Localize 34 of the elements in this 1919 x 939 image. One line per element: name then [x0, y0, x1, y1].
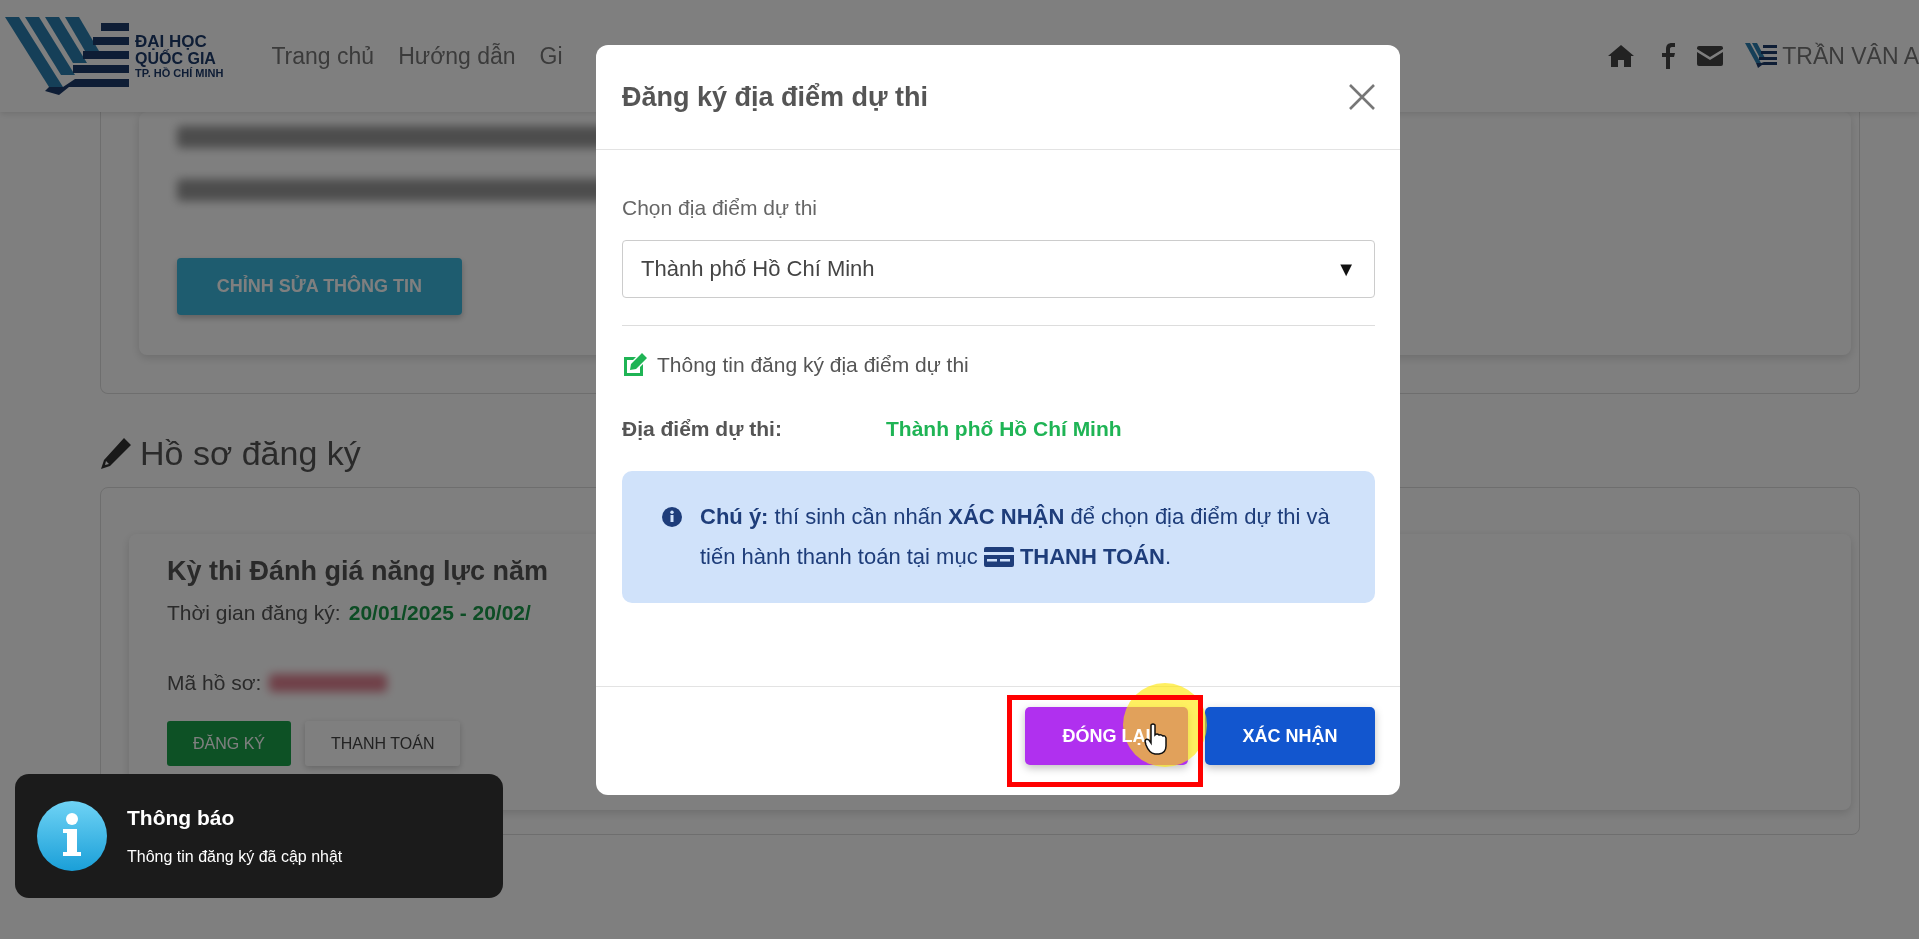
select-label: Chọn địa điểm dự thi	[622, 196, 817, 220]
modal-title: Đăng ký địa điểm dự thi	[622, 81, 929, 113]
toast-title: Thông báo	[127, 806, 235, 830]
confirm-button[interactable]: XÁC NHẬN	[1205, 707, 1375, 765]
period-value: 20/01/2025 - 20/02/	[348, 601, 531, 625]
payment-button[interactable]: THANH TOÁN	[305, 721, 461, 766]
info-icon	[662, 507, 682, 527]
period-label: Thời gian đăng ký:	[167, 601, 341, 625]
section-title: Thông tin đăng ký địa điểm dự thi	[657, 352, 969, 377]
register-button[interactable]: ĐĂNG KÝ	[167, 721, 291, 766]
home-icon	[1607, 43, 1636, 69]
exam-title: Kỳ thi Đánh giá năng lực năm	[167, 556, 549, 587]
nav-link[interactable]: Hướng dẫn	[398, 42, 516, 70]
edit-icon	[622, 352, 647, 377]
code-label: Mã hồ sơ:	[167, 671, 262, 695]
field-value: Thành phố Hồ Chí Minh	[886, 417, 1122, 441]
logo-stripes-icon	[1745, 43, 1779, 69]
pencil-icon	[100, 437, 132, 470]
field-label: Địa điểm dự thi:	[622, 417, 783, 441]
section-heading: Hồ sơ đăng ký	[140, 434, 361, 473]
edit-info-button[interactable]: CHỈNH SỬA THÔNG TIN	[177, 258, 462, 315]
close-icon	[1348, 83, 1376, 111]
nav-link[interactable]: Gi	[539, 42, 563, 70]
user-name[interactable]: TRẦN VÂN A	[1782, 42, 1919, 70]
mail-icon	[1697, 46, 1724, 66]
logo-text: ĐẠI HỌC QUỐC GIA TP. HỒ CHÍ MINH	[135, 32, 224, 80]
notice-text: Chú ý: thí sinh cần nhấn XÁC NHẬN để chọn địa điểm dự thi và tiến hành thanh toán tại mục THANH TOÁN.	[700, 503, 1331, 571]
close-button[interactable]	[1348, 83, 1376, 111]
toast-message: Thông tin đăng ký đã cập nhật	[127, 848, 343, 866]
location-select[interactable]: Thành phố Hồ Chí Minh ▼	[622, 240, 1375, 298]
logo-stripes-icon	[5, 17, 129, 95]
info-icon	[37, 801, 107, 871]
card-icon	[983, 547, 1014, 567]
nav-link[interactable]: Trang chủ	[271, 42, 375, 70]
